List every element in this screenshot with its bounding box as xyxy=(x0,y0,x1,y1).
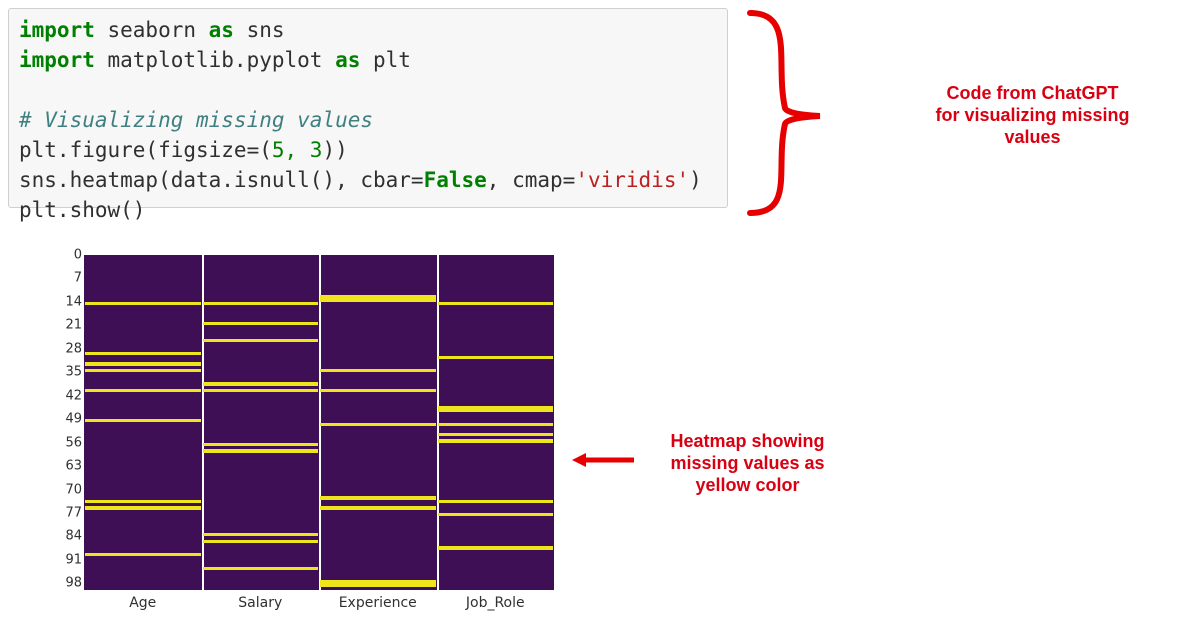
missing-values-heatmap xyxy=(84,255,554,590)
missing-cell xyxy=(85,362,201,365)
kw-as: as xyxy=(209,18,234,42)
missing-cell xyxy=(85,302,201,305)
arrow-icon xyxy=(570,450,635,470)
missing-cell xyxy=(320,299,436,302)
y-tick: 91 xyxy=(60,552,82,567)
missing-cell xyxy=(203,533,319,536)
missing-cell xyxy=(85,419,201,422)
y-tick: 70 xyxy=(60,482,82,497)
missing-cell xyxy=(203,302,319,305)
code-cell: import seaborn as sns import matplotlib.… xyxy=(8,8,728,208)
missing-cell xyxy=(203,567,319,570)
missing-cell xyxy=(203,389,319,392)
missing-cell xyxy=(203,540,319,543)
missing-cell xyxy=(85,506,201,509)
code-line-2: import matplotlib.pyplot as plt xyxy=(19,45,717,75)
x-tick: Experience xyxy=(339,595,417,611)
y-tick: 21 xyxy=(60,318,82,333)
y-axis: 0714212835424956637077849198 xyxy=(60,255,82,590)
missing-cell xyxy=(203,322,319,325)
y-tick: 63 xyxy=(60,459,82,474)
missing-cell xyxy=(320,583,436,586)
missing-cell xyxy=(85,352,201,355)
y-tick: 0 xyxy=(60,248,82,263)
y-tick: 28 xyxy=(60,341,82,356)
y-tick: 77 xyxy=(60,505,82,520)
annotation-heatmap: Heatmap showing missing values as yellow… xyxy=(640,430,855,496)
missing-cell xyxy=(85,389,201,392)
missing-cell xyxy=(203,443,319,446)
x-tick: Salary xyxy=(238,595,282,611)
code-line-4: plt.figure(figsize=(5, 3)) xyxy=(19,135,717,165)
brace-icon xyxy=(740,8,850,218)
missing-cell xyxy=(85,500,201,503)
missing-cell xyxy=(203,449,319,452)
x-axis: Age Salary Experience Job_Role xyxy=(84,595,554,615)
y-tick: 7 xyxy=(60,271,82,286)
missing-cell xyxy=(438,356,554,359)
code-line-6: plt.show() xyxy=(19,195,717,225)
missing-cell xyxy=(320,496,436,499)
missing-cell xyxy=(438,513,554,516)
missing-cell xyxy=(85,369,201,372)
x-tick: Age xyxy=(129,595,156,611)
missing-cell xyxy=(438,423,554,426)
y-tick: 84 xyxy=(60,529,82,544)
y-tick: 56 xyxy=(60,435,82,450)
blank-line xyxy=(19,75,717,105)
code-line-1: import seaborn as sns xyxy=(19,15,717,45)
missing-cell xyxy=(438,500,554,503)
code-line-5: sns.heatmap(data.isnull(), cbar=False, c… xyxy=(19,165,717,195)
missing-cell xyxy=(203,339,319,342)
x-tick: Job_Role xyxy=(466,595,525,611)
missing-cell xyxy=(203,382,319,385)
missing-cell xyxy=(320,423,436,426)
y-tick: 49 xyxy=(60,412,82,427)
missing-cell xyxy=(320,389,436,392)
missing-cell xyxy=(438,439,554,442)
kw-import: import xyxy=(19,18,95,42)
missing-cell xyxy=(320,369,436,372)
missing-cell xyxy=(438,433,554,436)
code-comment: # Visualizing missing values xyxy=(19,105,717,135)
missing-cell xyxy=(320,506,436,509)
y-tick: 35 xyxy=(60,365,82,380)
y-tick: 14 xyxy=(60,294,82,309)
missing-cell xyxy=(85,553,201,556)
y-tick: 98 xyxy=(60,576,82,591)
missing-cell xyxy=(438,409,554,412)
annotation-code-source: Code from ChatGPT for visualizing missin… xyxy=(870,82,1195,148)
y-tick: 42 xyxy=(60,388,82,403)
missing-cell xyxy=(438,302,554,305)
missing-cell xyxy=(438,546,554,549)
